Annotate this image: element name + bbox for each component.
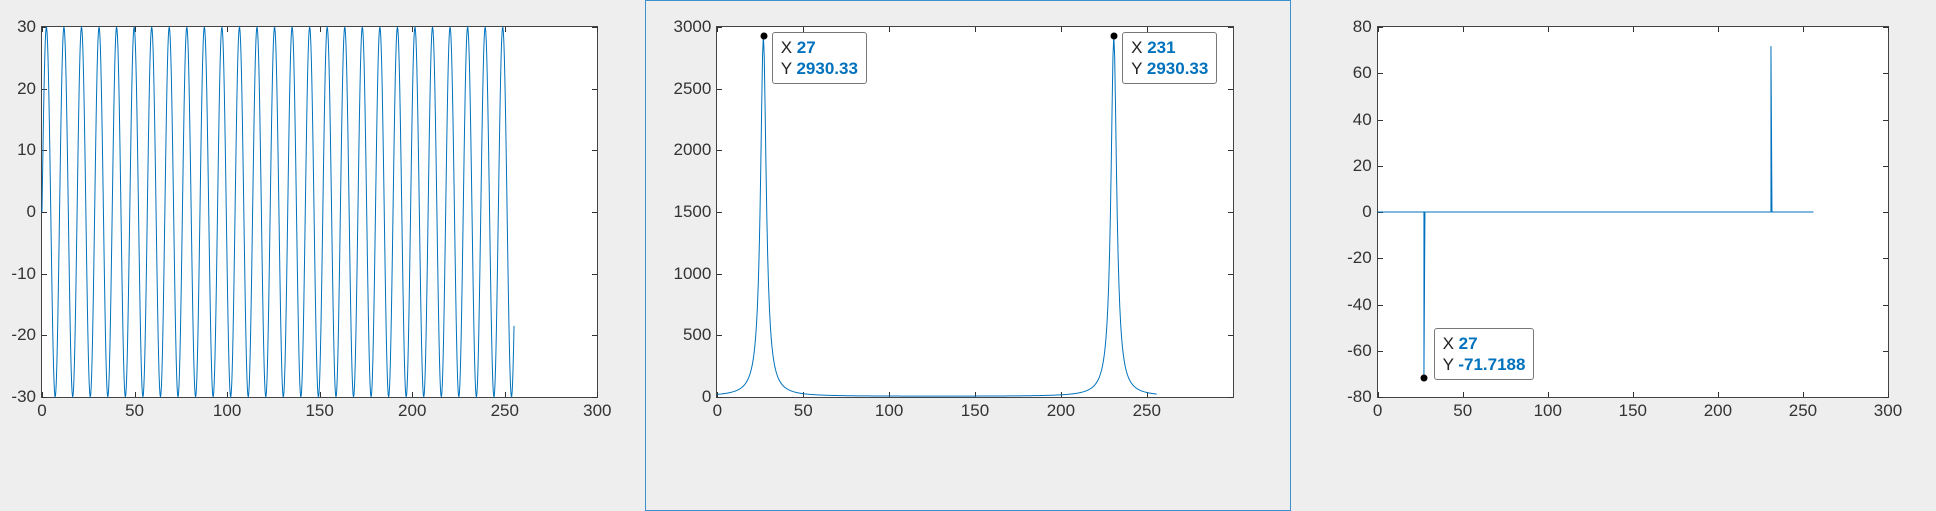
y-tick-label: -80: [1347, 387, 1372, 407]
x-tick-label: 250: [1789, 401, 1817, 421]
x-tick-label: 100: [1534, 401, 1562, 421]
figure-panel-3[interactable]: 050100150200250300-80-60-40-20020406080X…: [1291, 0, 1936, 511]
axes-3[interactable]: 050100150200250300-80-60-40-20020406080X…: [1377, 26, 1889, 398]
x-tick-label: 0: [713, 401, 722, 421]
figure-panel-1[interactable]: 0 50 100 150 200 250 300 -30 -20 -10 0 10 20 30: [0, 0, 645, 511]
y-tick-label: 1000: [674, 264, 712, 284]
figure-panel-2[interactable]: 050100150200250050010001500200025003000X…: [645, 0, 1290, 511]
axes-1[interactable]: 050100150200250300-30-20-100102030: [41, 26, 598, 398]
figure-row: 050100150200250300-30-20-100102030 05010…: [0, 0, 1936, 511]
x-tick-label: 100: [875, 401, 903, 421]
line-plot: [42, 27, 597, 397]
axes-2[interactable]: 050100150200250050010001500200025003000X…: [716, 26, 1233, 398]
y-tick-label: 3000: [674, 17, 712, 37]
x-tick-label: 0: [37, 401, 46, 421]
y-tick-label: -20: [11, 325, 36, 345]
datatip-marker[interactable]: [760, 32, 767, 39]
x-tick-label: 100: [213, 401, 241, 421]
x-tick-label: 300: [583, 401, 611, 421]
y-tick-label: 2500: [674, 79, 712, 99]
y-tick-label: 0: [702, 387, 711, 407]
y-tick-label: -30: [11, 387, 36, 407]
x-tick-label: 0: [1373, 401, 1382, 421]
x-tick-label: 150: [305, 401, 333, 421]
y-tick-label: 0: [1362, 202, 1371, 222]
y-tick-label: 20: [17, 79, 36, 99]
y-tick-label: 30: [17, 17, 36, 37]
datatip-marker[interactable]: [1111, 32, 1118, 39]
line-plot: [717, 27, 1232, 397]
y-tick-label: 500: [683, 325, 711, 345]
x-tick-label: 150: [1619, 401, 1647, 421]
y-tick-label: 60: [1353, 63, 1372, 83]
y-tick-label: -40: [1347, 295, 1372, 315]
x-tick-label: 200: [1704, 401, 1732, 421]
datatip-marker[interactable]: [1420, 374, 1427, 381]
x-tick-label: 50: [1453, 401, 1472, 421]
x-tick-label: 200: [398, 401, 426, 421]
x-tick-label: 300: [1874, 401, 1902, 421]
y-tick-label: 2000: [674, 140, 712, 160]
y-tick-label: 0: [27, 202, 36, 222]
x-tick-label: 50: [125, 401, 144, 421]
y-tick-label: -60: [1347, 341, 1372, 361]
x-tick-label: 200: [1047, 401, 1075, 421]
x-tick-label: 250: [1133, 401, 1161, 421]
x-tick-label: 250: [491, 401, 519, 421]
y-tick-label: 80: [1353, 17, 1372, 37]
x-tick-label: 150: [961, 401, 989, 421]
y-tick-label: 1500: [674, 202, 712, 222]
y-tick-label: 10: [17, 140, 36, 160]
y-tick-label: -20: [1347, 248, 1372, 268]
y-tick-label: 40: [1353, 110, 1372, 130]
line-plot: [1378, 27, 1888, 397]
x-tick-label: 50: [794, 401, 813, 421]
y-tick-label: 20: [1353, 156, 1372, 176]
y-tick-label: -10: [11, 264, 36, 284]
